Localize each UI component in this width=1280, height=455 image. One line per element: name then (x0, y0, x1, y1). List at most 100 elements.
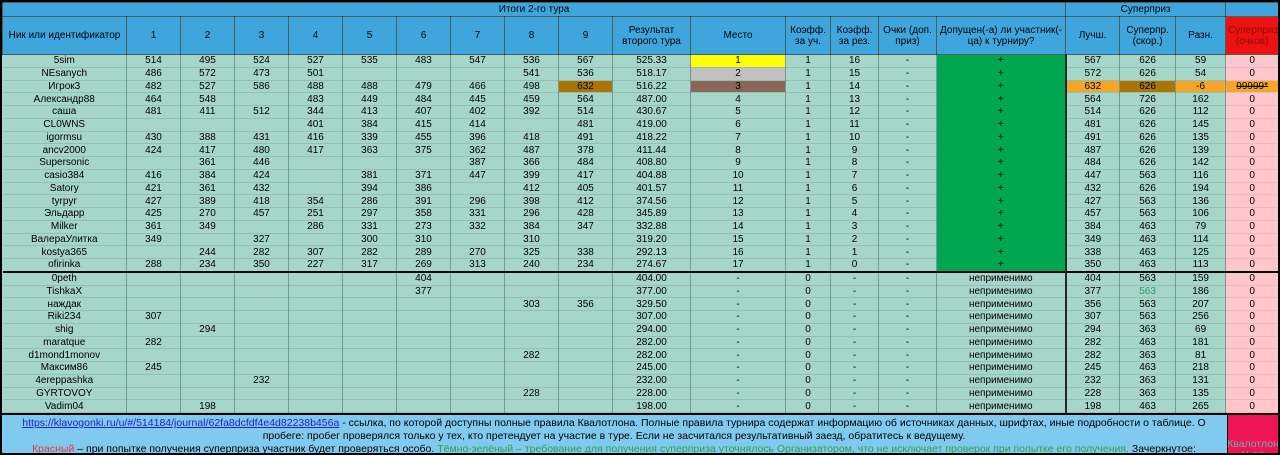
round-8-score-cell: 399 (504, 169, 559, 183)
round-1-score-cell: 427 (126, 194, 181, 208)
best-speed-cell: 282 (1064, 336, 1121, 350)
round-7-score-cell: 466 (450, 80, 505, 94)
place-cell: 7 (690, 131, 786, 145)
result-cell: 377.00 (612, 285, 691, 299)
round-7-score-cell (450, 297, 505, 311)
round-6-score-cell: 371 (396, 169, 451, 183)
coeff-result-cell: 7 (830, 169, 879, 183)
player-name-cell: наждак (2, 297, 127, 311)
superprize-speed-cell: 563 (1119, 207, 1177, 221)
diff-cell: 59 (1175, 54, 1227, 68)
extra-points-cell: - (878, 80, 937, 94)
round-1-score-cell (126, 348, 181, 362)
round-7-score-cell: 332 (450, 220, 505, 234)
round-1-score-cell: 464 (126, 92, 181, 106)
extra-points-cell: - (878, 258, 937, 273)
result-cell: 332.88 (612, 220, 691, 234)
coeff-participation-cell: 0 (785, 310, 831, 324)
rules-link[interactable]: https://klavogonki.ru/u/#/514184/journal… (22, 417, 339, 429)
round-3-score-cell (234, 310, 289, 324)
round-2-score-cell (180, 297, 235, 311)
coeff-participation-cell: 1 (785, 54, 831, 68)
round-7-score-cell: 447 (450, 169, 505, 183)
round-4-score-cell (288, 156, 343, 170)
round-6-score-cell: 415 (396, 118, 451, 132)
diff-cell: 125 (1175, 245, 1227, 259)
round-3-score-cell (234, 336, 289, 350)
round-6-score-cell: 269 (396, 258, 451, 273)
round-5-score-cell (342, 348, 397, 362)
player-row: ancv2000 424 417 480 417 363 375 362 487 378 411.4… (2, 143, 1278, 157)
extra-points-cell: - (878, 194, 937, 208)
admitted-cell: + (936, 233, 1067, 247)
superprize-speed-cell: 563 (1119, 297, 1177, 311)
result-cell: 374.56 (612, 194, 691, 208)
best-speed-cell: 481 (1064, 118, 1121, 132)
superprize-points-cell: 0 (1225, 399, 1278, 413)
round-1-score-cell: 425 (126, 207, 181, 221)
round-4-score-cell (288, 233, 343, 247)
player-row: GYRTOVOY 228 228.00-0- - неприменимо 228 363 13… (2, 387, 1278, 401)
player-row: Игрок3 482 527 586 488 488 479 466 498 632 516.22 3… (2, 80, 1278, 94)
round-6-score-cell (396, 387, 451, 401)
diff-cell: 106 (1175, 207, 1227, 221)
round-8-score-cell: 418 (504, 131, 559, 145)
round-1-score-cell: 481 (126, 105, 181, 119)
player-row: kostya365 244 282 307 282 289 270 325 338 292.13 1… (2, 245, 1278, 259)
round-7-score-cell (450, 374, 505, 388)
admitted-cell: + (936, 258, 1067, 273)
player-name-cell: Максим86 (2, 361, 127, 375)
round-2-score-cell: 548 (180, 92, 235, 106)
round-2-score-cell: 349 (180, 220, 235, 234)
admitted-cell: + (936, 67, 1067, 81)
player-row: igormsu 430 388 431 416 339 455 396 418 491 418.22… (2, 131, 1278, 145)
round-7-score-cell: 402 (450, 105, 505, 119)
place-cell: 6 (690, 118, 786, 132)
best-speed-cell: 338 (1064, 245, 1121, 259)
round-2-score-cell (180, 270, 235, 286)
round-4-score-cell (288, 182, 343, 196)
col-header-coeff-result: Коэфф. за рез. (830, 16, 879, 55)
round-4-score-cell: 354 (288, 194, 343, 208)
coeff-participation-cell: 1 (785, 245, 831, 259)
round-5-score-cell: 317 (342, 258, 397, 273)
col-header-superprize-points: Суперприз (очков) (1225, 16, 1278, 55)
superprize-points-cell: 0 (1225, 310, 1278, 324)
round-7-score-cell (450, 348, 505, 362)
round-9-score-cell: 405 (558, 182, 613, 196)
coeff-participation-cell: 0 (785, 297, 831, 311)
coeff-result-cell: 13 (830, 92, 879, 106)
round-9-score-cell (558, 361, 613, 375)
round-6-score-cell: 407 (396, 105, 451, 119)
round-2-score-cell (180, 233, 235, 247)
round-6-score-cell: 484 (396, 92, 451, 106)
round-1-score-cell (126, 285, 181, 299)
superprize-points-cell: 0 (1225, 270, 1278, 286)
rules-note: https://klavogonki.ru/u/#/514184/journal… (6, 417, 1222, 443)
superprize-speed-cell: 626 (1119, 54, 1177, 68)
admitted-cell: неприменимо (936, 399, 1067, 413)
place-cell: 14 (690, 220, 786, 234)
round-5-score-cell (342, 336, 397, 350)
round-5-score-cell: 449 (342, 92, 397, 106)
admitted-cell: неприменимо (936, 361, 1067, 375)
round-3-score-cell (234, 285, 289, 299)
best-speed-cell: 377 (1064, 285, 1121, 299)
coeff-participation-cell: 0 (785, 387, 831, 401)
round-9-score-cell: 564 (558, 92, 613, 106)
result-cell: 294.00 (612, 323, 691, 337)
superprize-speed-cell: 563 (1119, 270, 1177, 286)
round-9-score-cell: 412 (558, 194, 613, 208)
place-cell: - (690, 399, 786, 413)
round-4-score-cell (288, 348, 343, 362)
superprize-points-cell: 0 (1225, 182, 1278, 196)
superprize-points-cell: 0 (1225, 67, 1278, 81)
result-cell: 411.44 (612, 143, 691, 157)
round-4-score-cell (288, 297, 343, 311)
round-8-score-cell: 303 (504, 297, 559, 311)
coeff-result-cell: - (830, 374, 879, 388)
superprize-speed-cell: 626 (1119, 182, 1177, 196)
admitted-cell: неприменимо (936, 270, 1067, 286)
round-8-score-cell: 398 (504, 194, 559, 208)
round-5-score-cell: 282 (342, 245, 397, 259)
